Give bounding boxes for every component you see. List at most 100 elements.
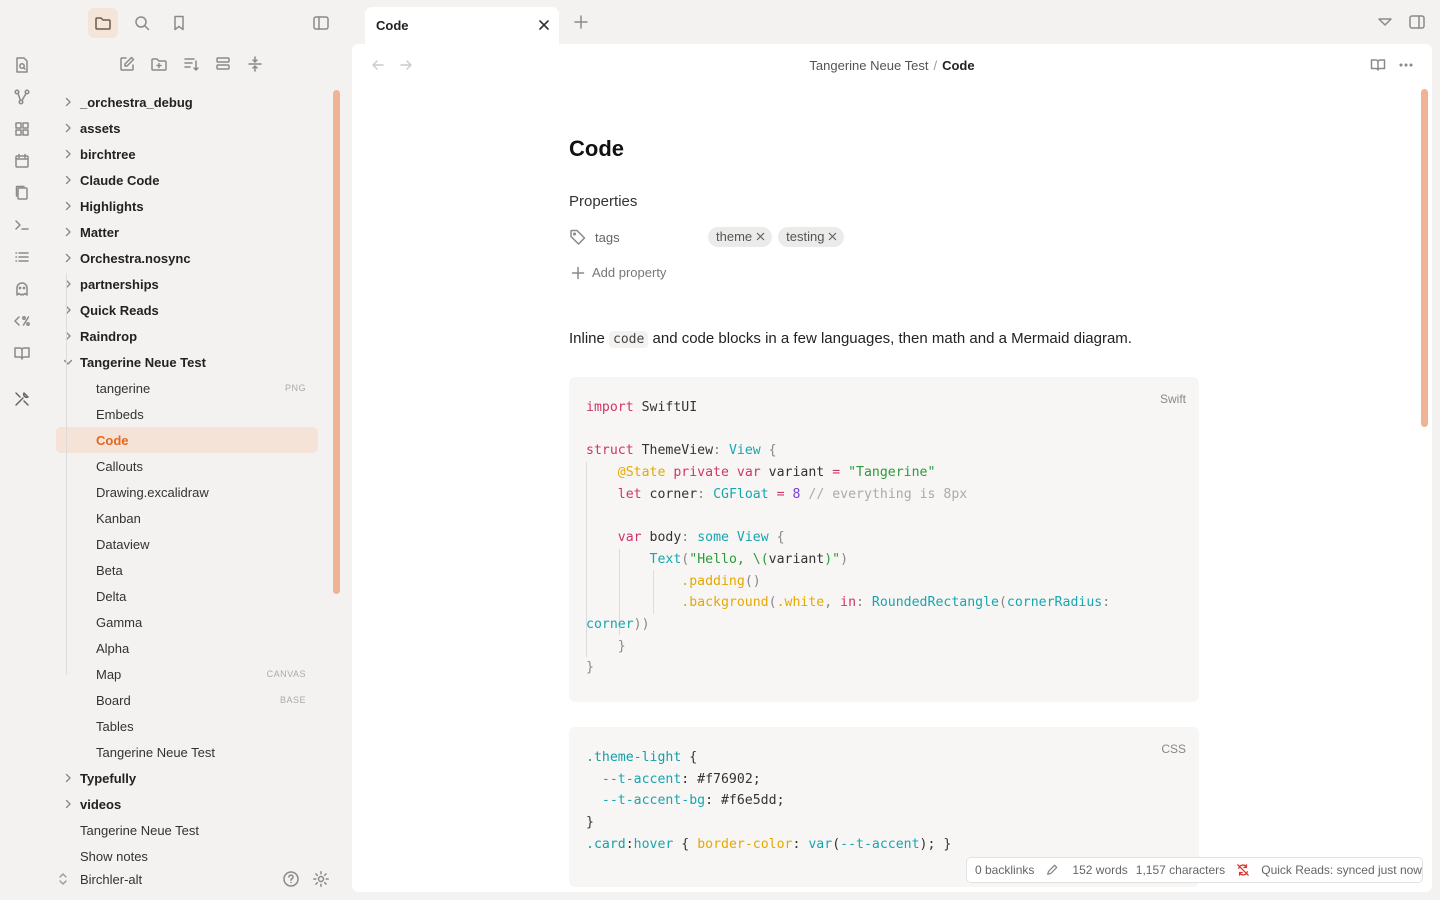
tree-file[interactable]: Embeds — [56, 401, 318, 427]
grid-icon[interactable] — [13, 120, 31, 138]
help-icon[interactable] — [282, 870, 300, 888]
note-title[interactable]: Code — [569, 136, 624, 162]
tree-file[interactable]: Alpha — [56, 635, 318, 661]
sidebar-right-icon[interactable] — [1408, 13, 1426, 31]
collapse-all-icon[interactable] — [246, 55, 264, 73]
tree-folder[interactable]: birchtree — [56, 141, 318, 167]
collapse-sidebar-button[interactable] — [306, 8, 336, 38]
tree-file[interactable]: Tangerine Neue Test — [56, 817, 318, 843]
tree-file[interactable]: Gamma — [56, 609, 318, 635]
add-property-button[interactable]: Add property — [571, 265, 666, 280]
intro-text: Inline — [569, 330, 610, 347]
tree-folder[interactable]: Orchestra.nosync — [56, 245, 318, 271]
tree-item-label: Show notes — [80, 848, 148, 864]
tree-file[interactable]: Callouts — [56, 453, 318, 479]
vault-switcher[interactable]: Birchler-alt — [58, 869, 142, 889]
tree-file[interactable]: Dataview — [56, 531, 318, 557]
tree-file[interactable]: Beta — [56, 557, 318, 583]
remove-tag-icon[interactable] — [828, 232, 837, 241]
tab-list-chevron-icon[interactable] — [1376, 13, 1394, 31]
tree-file[interactable]: tangerine PNG — [56, 375, 318, 401]
tree-folder[interactable]: Matter — [56, 219, 318, 245]
calendar-icon[interactable] — [13, 152, 31, 170]
file-tree: _orchestra_debugassets birchtree Claude Co… — [56, 89, 318, 869]
tab-code[interactable]: Code — [365, 7, 559, 44]
copy-icon[interactable] — [13, 184, 31, 202]
tree-file[interactable]: Drawing.excalidraw — [56, 479, 318, 505]
list-icon[interactable] — [13, 248, 31, 266]
search-tab-button[interactable] — [127, 8, 157, 38]
reading-view-icon[interactable] — [1370, 57, 1386, 73]
properties-heading[interactable]: Properties — [569, 193, 637, 210]
tag-chip[interactable]: testing — [778, 227, 845, 247]
tree-folder[interactable]: Typefully — [56, 765, 318, 791]
sync-status[interactable]: Quick Reads: synced just now — [1261, 863, 1422, 877]
new-note-icon[interactable] — [118, 55, 136, 73]
editor-scrollbar[interactable] — [1421, 89, 1428, 427]
chevron-right-icon — [65, 123, 71, 133]
bookmarks-tab-button[interactable] — [164, 8, 194, 38]
breadcrumb-current[interactable]: Code — [942, 58, 975, 73]
chevron-down-icon — [63, 359, 73, 365]
tree-file[interactable]: Kanban — [56, 505, 318, 531]
auto-reveal-icon[interactable] — [214, 55, 232, 73]
tree-folder[interactable]: Quick Reads — [56, 297, 318, 323]
terminal-icon[interactable] — [13, 216, 31, 234]
tree-item-label: Dataview — [96, 536, 150, 552]
tree-item-label: Typefully — [80, 770, 137, 786]
chevron-right-icon — [65, 253, 71, 263]
new-tab-icon[interactable] — [572, 13, 590, 31]
file-search-icon[interactable] — [13, 56, 31, 74]
sync-off-icon[interactable] — [1237, 863, 1250, 877]
tree-item-label: Tables — [96, 718, 134, 734]
new-folder-icon[interactable] — [150, 55, 168, 73]
remove-tag-icon[interactable] — [756, 232, 765, 241]
tree-file[interactable]: Code — [56, 427, 318, 453]
property-name[interactable]: tags — [595, 230, 708, 245]
more-options-icon[interactable] — [1398, 57, 1414, 73]
tree-file[interactable]: Tangerine Neue Test — [56, 739, 318, 765]
file-type-badge: BASE — [279, 695, 306, 705]
breadcrumb-folder[interactable]: Tangerine Neue Test — [809, 58, 928, 73]
templater-icon[interactable] — [13, 312, 31, 330]
tree-folder[interactable]: Highlights — [56, 193, 318, 219]
tree-item-label: Quick Reads — [80, 302, 159, 318]
tree-folder[interactable]: _orchestra_debug — [56, 89, 318, 115]
book-icon[interactable] — [13, 344, 31, 362]
code-block-swift[interactable]: Swift import SwiftUI struct ThemeView: V… — [569, 377, 1199, 702]
tree-file[interactable]: Delta — [56, 583, 318, 609]
tree-item-label: Callouts — [96, 458, 143, 474]
tag-chip[interactable]: theme — [708, 227, 773, 247]
tree-file[interactable]: Map CANVAS — [56, 661, 318, 687]
tree-folder[interactable]: videos — [56, 791, 318, 817]
tree-folder[interactable]: partnerships — [56, 271, 318, 297]
pencil-icon[interactable] — [1046, 863, 1058, 877]
tree-folder[interactable]: Claude Code — [56, 167, 318, 193]
tree-folder[interactable]: assets — [56, 115, 318, 141]
ghost-icon[interactable] — [13, 280, 31, 298]
tree-file[interactable]: Board BASE — [56, 687, 318, 713]
close-tab-icon[interactable] — [537, 18, 551, 32]
sort-icon[interactable] — [182, 55, 200, 73]
tree-file[interactable]: Show notes — [56, 843, 318, 869]
tree-file[interactable]: Tables — [56, 713, 318, 739]
tree-folder[interactable]: Tangerine Neue Test — [56, 349, 318, 375]
chevron-right-icon — [65, 799, 71, 809]
tree-item-label: Embeds — [96, 406, 144, 422]
tag-icon — [570, 229, 586, 245]
tree-item-label: Kanban — [96, 510, 141, 526]
tree-item-label: Raindrop — [80, 328, 138, 344]
tools-icon[interactable] — [13, 390, 31, 408]
backlinks-count[interactable]: 0 backlinks — [975, 863, 1034, 877]
folder-icon — [95, 17, 111, 30]
tree-item-label: _orchestra_debug — [80, 94, 193, 110]
inline-code: code — [609, 331, 649, 348]
settings-gear-icon[interactable] — [312, 870, 330, 888]
graph-view-icon[interactable] — [13, 88, 31, 106]
sidebar-scrollbar[interactable] — [333, 90, 340, 594]
code-css: .theme-light { --t-accent: #f76902; --t-… — [586, 750, 952, 852]
tree-item-label: Orchestra.nosync — [80, 250, 191, 266]
tree-folder[interactable]: Raindrop — [56, 323, 318, 349]
property-row-tags: tags theme testing — [569, 227, 850, 247]
files-tab-button[interactable] — [88, 8, 118, 38]
